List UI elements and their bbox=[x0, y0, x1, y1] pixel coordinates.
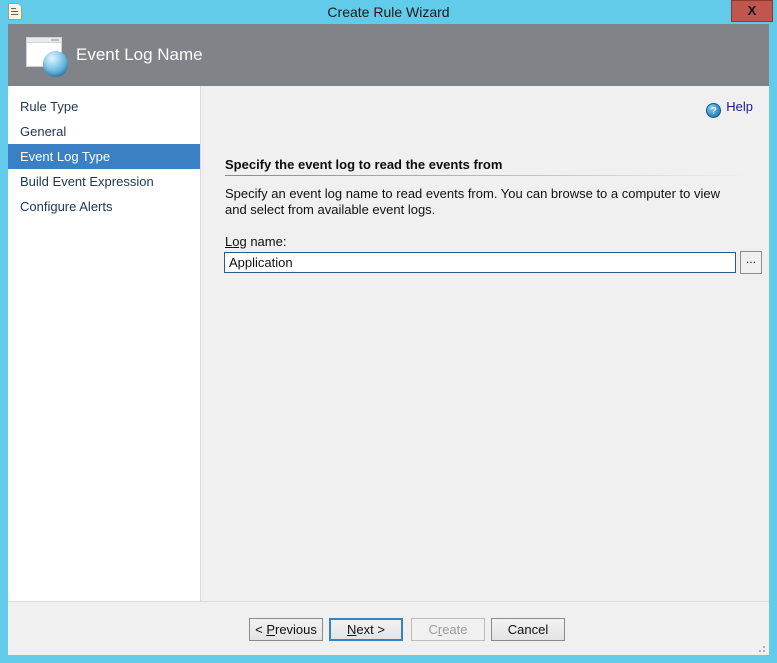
previous-button[interactable]: < Previous bbox=[249, 618, 323, 641]
window-sphere-icon bbox=[26, 35, 70, 77]
window-title: Create Rule Wizard bbox=[0, 0, 777, 24]
log-name-input[interactable] bbox=[224, 252, 736, 273]
sidebar-item-label: Configure Alerts bbox=[20, 199, 113, 214]
log-name-label-mnemonic-rest: og bbox=[232, 234, 246, 249]
sidebar-item-rule-type[interactable]: Rule Type bbox=[8, 94, 200, 119]
banner-title: Event Log Name bbox=[76, 24, 203, 86]
browse-button[interactable]: ... bbox=[740, 251, 762, 274]
help-label: Help bbox=[726, 99, 753, 114]
log-name-label-text: name: bbox=[247, 234, 287, 249]
sidebar-item-label: General bbox=[20, 124, 66, 139]
sidebar-item-build-event-expression[interactable]: Build Event Expression bbox=[8, 169, 200, 194]
section-heading: Specify the event log to read the events… bbox=[225, 157, 502, 172]
sidebar-item-configure-alerts[interactable]: Configure Alerts bbox=[8, 194, 200, 219]
create-rule-wizard-window: Create Rule Wizard X Event Log Name Rule… bbox=[0, 0, 777, 663]
client-area: Event Log Name Rule Type General Event L… bbox=[8, 24, 769, 655]
section-description: Specify an event log name to read events… bbox=[225, 186, 737, 218]
wizard-banner: Event Log Name bbox=[8, 24, 769, 86]
wizard-step-sidebar: Rule Type General Event Log Type Build E… bbox=[8, 86, 201, 601]
help-link[interactable]: ? Help bbox=[706, 99, 753, 118]
sidebar-item-label: Rule Type bbox=[20, 99, 78, 114]
create-button: Create bbox=[411, 618, 485, 641]
section-divider bbox=[225, 175, 743, 176]
close-button[interactable]: X bbox=[731, 0, 773, 22]
question-mark-icon: ? bbox=[706, 103, 721, 118]
content-panel: ? Help Specify the event log to read the … bbox=[201, 86, 769, 601]
sidebar-item-label: Build Event Expression bbox=[20, 174, 154, 189]
sidebar-item-label: Event Log Type bbox=[20, 149, 110, 164]
next-button[interactable]: Next > bbox=[329, 618, 403, 641]
resize-grip[interactable] bbox=[754, 641, 766, 653]
cancel-button[interactable]: Cancel bbox=[491, 618, 565, 641]
sidebar-item-general[interactable]: General bbox=[8, 119, 200, 144]
footer-bar: < Previous Next > Create Cancel bbox=[8, 601, 769, 655]
title-bar: Create Rule Wizard X bbox=[0, 0, 777, 24]
log-name-label: Log name: bbox=[225, 234, 286, 249]
sidebar-item-event-log-type[interactable]: Event Log Type bbox=[8, 144, 200, 169]
